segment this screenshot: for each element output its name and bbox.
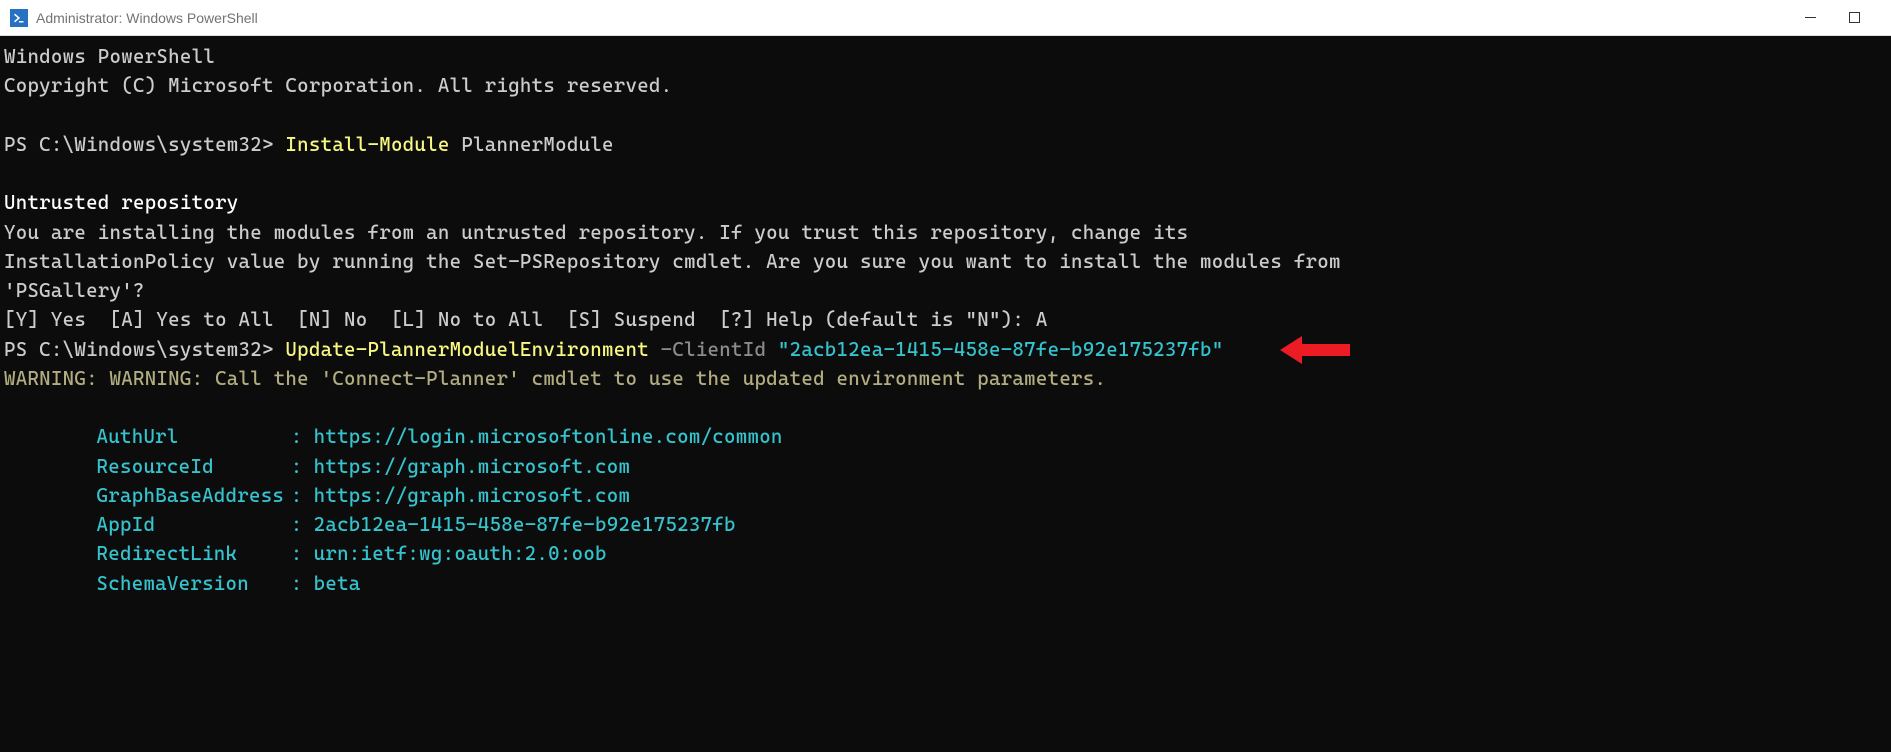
powershell-icon <box>10 9 28 27</box>
window-title: Administrator: Windows PowerShell <box>36 10 1803 26</box>
property-name: RedirectLink <box>97 539 291 568</box>
warning-body: You are installing the modules from an u… <box>4 221 1188 244</box>
property-value: beta <box>314 572 361 595</box>
property-value: https://login.microsoftonline.com/common <box>314 425 783 448</box>
output-property-row: ResourceId: https://graph.microsoft.com <box>97 452 1887 481</box>
maximize-button[interactable] <box>1847 11 1861 25</box>
property-value: urn:ietf:wg:oauth:2.0:oob <box>314 542 607 565</box>
property-value: https://graph.microsoft.com <box>314 455 631 478</box>
annotation-arrow-icon <box>1280 332 1350 373</box>
output-property-row: AuthUrl: https://login.microsoftonline.c… <box>97 422 1887 451</box>
output-property-row: GraphBaseAddress: https://graph.microsof… <box>97 481 1887 510</box>
cmdlet-name: Update-PlannerModuelEnvironment <box>285 338 649 361</box>
property-name: GraphBaseAddress <box>97 481 291 510</box>
output-property-row: RedirectLink: urn:ietf:wg:oauth:2.0:oob <box>97 539 1887 568</box>
prompt-text: PS C:\Windows\system32> <box>4 338 285 361</box>
property-name: SchemaVersion <box>97 569 291 598</box>
cmdlet-param: -ClientId <box>649 338 778 361</box>
property-name: AuthUrl <box>97 422 291 451</box>
prompt-options: [Y] Yes [A] Yes to All [N] No [L] No to … <box>4 308 1048 331</box>
terminal-output[interactable]: Windows PowerShell Copyright (C) Microso… <box>0 36 1891 752</box>
warning-body: 'PSGallery'? <box>4 279 145 302</box>
property-name: AppId <box>97 510 291 539</box>
minimize-button[interactable] <box>1803 11 1817 25</box>
output-property-row: AppId: 2acb12ea-1415-458e-87fe-b92e17523… <box>97 510 1887 539</box>
ps-copyright-line: Copyright (C) Microsoft Corporation. All… <box>4 74 672 97</box>
property-value: https://graph.microsoft.com <box>314 484 631 507</box>
cmdlet-arg: PlannerModule <box>450 133 614 156</box>
ps-banner-line: Windows PowerShell <box>4 45 215 68</box>
warning-body: InstallationPolicy value by running the … <box>4 250 1341 273</box>
property-name: ResourceId <box>97 452 291 481</box>
output-properties: AuthUrl: https://login.microsoftonline.c… <box>4 422 1887 598</box>
cmdlet-value: "2acb12ea-1415-458e-87fe-b92e175237fb" <box>778 338 1224 361</box>
prompt-text: PS C:\Windows\system32> <box>4 133 285 156</box>
window-controls <box>1803 11 1881 25</box>
cmdlet-name: Install-Module <box>285 133 449 156</box>
output-property-row: SchemaVersion: beta <box>97 569 1887 598</box>
warning-output: WARNING: WARNING: Call the 'Connect-Plan… <box>4 367 1106 390</box>
property-value: 2acb12ea-1415-458e-87fe-b92e175237fb <box>314 513 736 536</box>
window-titlebar: Administrator: Windows PowerShell <box>0 0 1891 36</box>
warning-title: Untrusted repository <box>4 191 239 214</box>
